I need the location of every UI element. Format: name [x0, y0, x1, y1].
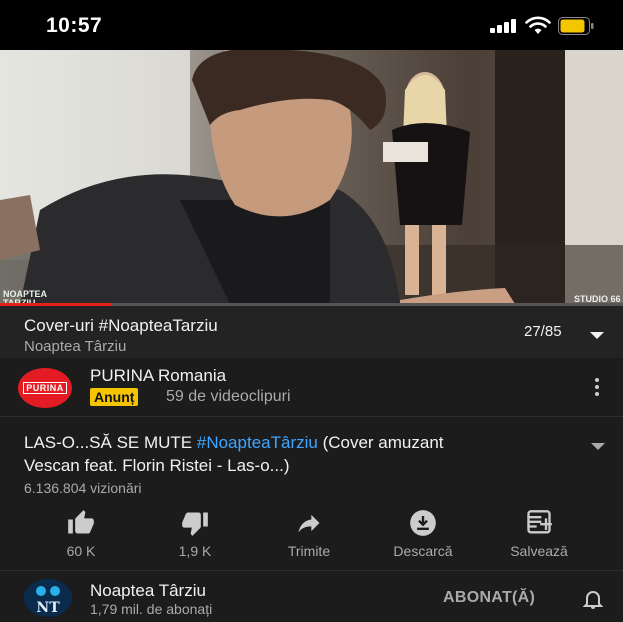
expand-description-icon[interactable] [591, 443, 605, 450]
download-icon [410, 510, 436, 536]
video-title[interactable]: LAS-O...SĂ SE MUTE #NoapteaTârziu (Cover… [24, 431, 564, 477]
download-label: Descarcă [393, 543, 453, 559]
like-count: 60 K [66, 543, 96, 559]
channel-avatar-graphic: NT [24, 579, 72, 617]
watermark-text: NOAPTEA TARZIU [3, 289, 47, 305]
view-count: 6.136.804 vizionări [24, 480, 142, 496]
title-prefix: LAS-O...SĂ SE MUTE [24, 433, 197, 452]
video-player[interactable]: NOAPTEA TARZIU STUDIO 66 [0, 50, 623, 304]
video-frame [0, 50, 623, 304]
playlist-title: Cover-uri #NoapteaTarziu [24, 316, 218, 335]
channel-row[interactable]: NT Noaptea Târziu 1,79 mil. de abonați A… [0, 570, 623, 622]
title-suffix: (Cover amuzant [317, 433, 444, 452]
status-time: 10:57 [46, 14, 103, 37]
thumbs-up-icon [68, 510, 94, 534]
save-playlist-icon [527, 510, 552, 534]
title-hashtag-link[interactable]: #NoapteaTârziu [197, 433, 318, 452]
notification-bell-icon[interactable] [580, 587, 606, 611]
ad-name[interactable]: PURINA Romania [90, 366, 226, 386]
wifi-icon [525, 16, 551, 34]
subscriber-count: 1,79 mil. de abonați [90, 601, 213, 617]
save-button[interactable]: Salvează [494, 509, 584, 559]
cellular-signal-icon [490, 19, 518, 33]
playlist-position: 27/85 [524, 323, 562, 340]
ad-badge: Anunț [90, 388, 139, 406]
dislike-button[interactable]: 1,9 K [150, 509, 240, 559]
like-button[interactable]: 60 K [36, 509, 126, 559]
ad-logo-text: PURINA [23, 382, 67, 394]
save-label: Salvează [510, 543, 568, 559]
share-label: Trimite [287, 543, 331, 559]
share-button[interactable]: Trimite [264, 509, 354, 559]
channel-name[interactable]: Noaptea Târziu [90, 581, 206, 601]
playlist-channel: Noaptea Târziu [24, 338, 127, 355]
download-button[interactable]: Descarcă [378, 509, 468, 559]
ad-video-count: 59 de videoclipuri [166, 388, 291, 405]
dislike-count: 1,9 K [178, 543, 212, 559]
ad-row[interactable]: PURINA PURINA Romania Anunț 59 de videoc… [0, 358, 623, 417]
thumbs-down-icon [182, 512, 208, 536]
chevron-down-icon[interactable] [590, 332, 604, 339]
channel-watermark: NOAPTEA TARZIU [3, 289, 63, 305]
ad-logo[interactable]: PURINA [18, 368, 72, 408]
battery-icon [558, 17, 594, 35]
subscribed-button[interactable]: ABONAT(Ă) [443, 589, 535, 607]
share-icon [298, 514, 320, 533]
avatar-initials: NT [36, 600, 60, 616]
more-options-icon[interactable] [593, 378, 601, 396]
status-bar: 10:57 [0, 0, 623, 50]
channel-avatar[interactable]: NT [24, 579, 72, 617]
playlist-header[interactable]: Cover-uri #NoapteaTarziu Noaptea Târziu … [0, 306, 623, 358]
title-line2: Vescan feat. Florin Ristei - Las-o...) [24, 456, 290, 475]
video-info: LAS-O...SĂ SE MUTE #NoapteaTârziu (Cover… [0, 417, 623, 570]
